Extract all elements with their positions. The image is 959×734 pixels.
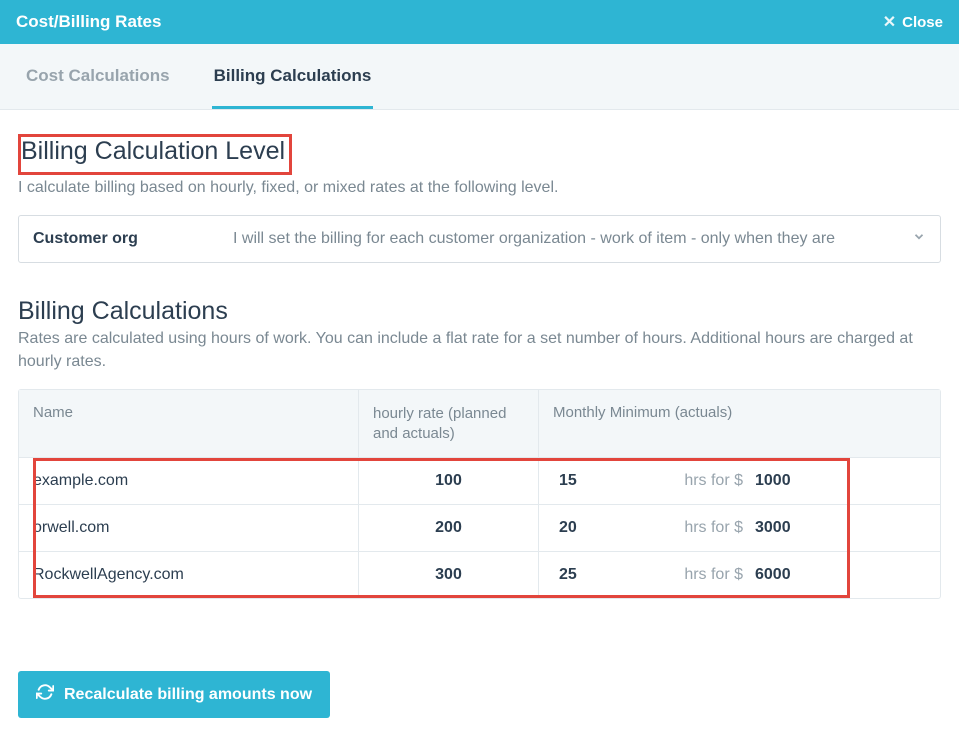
cell-name: example.com <box>19 458 359 504</box>
cell-name: RockwellAgency.com <box>19 552 359 598</box>
cell-min-amount: 1000 <box>755 472 791 490</box>
cell-min-label: hrs for $ <box>663 472 743 490</box>
cell-minimum: 15hrs for $ 1000 <box>539 458 940 504</box>
calc-section-title: Billing Calculations <box>18 297 941 326</box>
cell-min-amount: 6000 <box>755 566 791 584</box>
cell-min-label: hrs for $ <box>663 519 743 537</box>
level-selector[interactable]: Customer org I will set the billing for … <box>18 215 941 263</box>
tab-billing-calculations[interactable]: Billing Calculations <box>212 44 374 109</box>
billing-section: Billing Calculations Rates are calculate… <box>18 297 941 599</box>
cell-min-hours: 20 <box>553 519 663 537</box>
tabs: Cost Calculations Billing Calculations <box>0 44 959 110</box>
level-section-title: Billing Calculation Level <box>21 137 285 166</box>
col-header-rate: hourly rate (planned and actuals) <box>359 390 539 457</box>
table-row[interactable]: RockwellAgency.com300 25hrs for $ 6000 <box>19 552 940 598</box>
cell-rate: 300 <box>359 552 539 598</box>
recalculate-label: Recalculate billing amounts now <box>64 686 312 704</box>
content: Billing Calculation Level I calculate bi… <box>0 110 959 734</box>
recalculate-button[interactable]: Recalculate billing amounts now <box>18 671 330 718</box>
table-body: example.com10015hrs for $1000orwell.com2… <box>19 458 940 598</box>
level-section-desc: I calculate billing based on hourly, fix… <box>18 177 941 199</box>
col-header-min: Monthly Minimum (actuals) <box>539 390 940 457</box>
refresh-icon <box>36 683 54 706</box>
level-selector-desc: I will set the billing for each customer… <box>233 230 926 248</box>
cell-min-hours: 15 <box>553 472 663 490</box>
modal-header: Cost/Billing Rates ✕ Close <box>0 0 959 44</box>
cell-min-hours: 25 <box>553 566 663 584</box>
chevron-down-icon <box>912 230 926 249</box>
cell-rate: 200 <box>359 505 539 551</box>
highlight-level-title: Billing Calculation Level <box>18 134 292 175</box>
modal-title: Cost/Billing Rates <box>16 12 161 32</box>
cell-minimum: 20hrs for $ 3000 <box>539 505 940 551</box>
close-icon: ✕ <box>883 12 896 32</box>
cell-minimum: 25hrs for $ 6000 <box>539 552 940 598</box>
table-row[interactable]: orwell.com200 20hrs for $ 3000 <box>19 505 940 552</box>
cell-name: orwell.com <box>19 505 359 551</box>
level-selector-label: Customer org <box>33 230 173 248</box>
tab-cost-calculations[interactable]: Cost Calculations <box>24 44 172 109</box>
cell-rate: 100 <box>359 458 539 504</box>
billing-table: Name hourly rate (planned and actuals) M… <box>18 389 941 599</box>
close-label: Close <box>902 14 943 31</box>
calc-section-desc: Rates are calculated using hours of work… <box>18 328 941 373</box>
cell-min-label: hrs for $ <box>663 566 743 584</box>
cell-min-amount: 3000 <box>755 519 791 537</box>
table-row[interactable]: example.com100 15hrs for $ 1000 <box>19 458 940 505</box>
close-button[interactable]: ✕ Close <box>883 12 943 32</box>
col-header-name: Name <box>19 390 359 457</box>
table-header: Name hourly rate (planned and actuals) M… <box>19 390 940 458</box>
